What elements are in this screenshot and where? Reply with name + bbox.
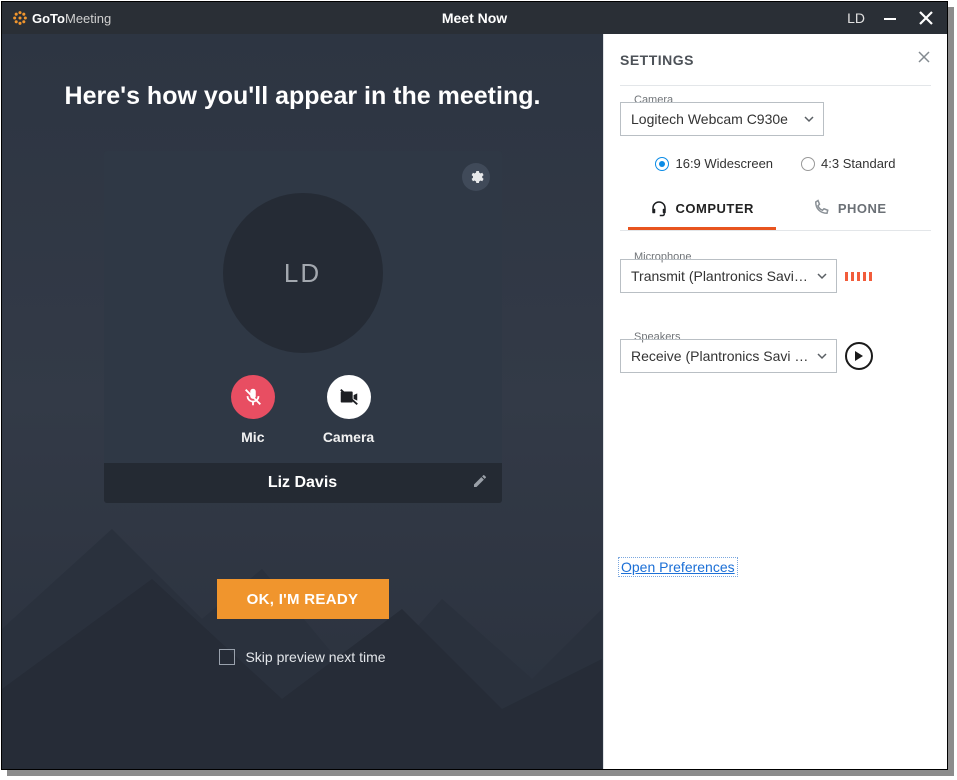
preview-heading: Here's how you'll appear in the meeting. xyxy=(65,82,541,111)
display-name: Liz Davis xyxy=(268,474,337,492)
gear-icon xyxy=(468,169,484,185)
settings-title: SETTINGS xyxy=(620,52,694,68)
chevron-down-icon xyxy=(816,350,828,362)
window-title: Meet Now xyxy=(442,10,507,26)
aspect-standard-label: 4:3 Standard xyxy=(821,156,895,171)
close-icon xyxy=(917,50,931,64)
skip-preview-checkbox[interactable] xyxy=(219,649,235,665)
open-preferences-link[interactable]: Open Preferences xyxy=(620,559,736,575)
speakers-select[interactable]: Receive (Plantronics Savi … xyxy=(620,339,837,373)
edit-name-button[interactable] xyxy=(472,473,488,494)
phone-icon xyxy=(812,199,830,217)
aspect-wide-radio[interactable]: 16:9 Widescreen xyxy=(655,156,773,171)
camera-label: Camera xyxy=(323,429,374,445)
chevron-down-icon xyxy=(816,270,828,282)
preview-panel: Here's how you'll appear in the meeting.… xyxy=(2,34,603,769)
play-icon xyxy=(854,350,864,362)
minimize-button[interactable] xyxy=(879,7,901,29)
brand-name: GoToMeeting xyxy=(32,11,111,26)
ok-ready-button[interactable]: OK, I'M READY xyxy=(217,579,389,619)
microphone-select-value: Transmit (Plantronics Savi… xyxy=(631,268,808,284)
mic-toggle-button[interactable] xyxy=(231,375,275,419)
mic-level-meter xyxy=(845,272,872,281)
display-name-bar: Liz Davis xyxy=(104,463,502,503)
background-art xyxy=(2,489,602,769)
close-icon xyxy=(918,10,934,26)
camera-off-icon xyxy=(338,386,360,408)
tab-phone-label: PHONE xyxy=(838,201,887,216)
camera-toggle-button[interactable] xyxy=(327,375,371,419)
test-speakers-button[interactable] xyxy=(845,342,873,370)
titlebar: GoToMeeting Meet Now LD xyxy=(2,2,947,34)
settings-panel: SETTINGS Camera Logitech Webcam C930e 16 xyxy=(603,34,947,769)
speakers-select-value: Receive (Plantronics Savi … xyxy=(631,348,808,364)
user-initials-badge: LD xyxy=(847,10,865,26)
app-window: GoToMeeting Meet Now LD Here's how you'l… xyxy=(1,1,948,770)
gotomeeting-logo-icon xyxy=(12,10,28,26)
tab-computer[interactable]: COMPUTER xyxy=(628,189,776,230)
mic-muted-icon xyxy=(242,386,264,408)
aspect-wide-label: 16:9 Widescreen xyxy=(675,156,773,171)
chevron-down-icon xyxy=(803,113,815,125)
pencil-icon xyxy=(472,473,488,489)
camera-select[interactable]: Logitech Webcam C930e xyxy=(620,102,824,136)
skip-preview-label: Skip preview next time xyxy=(245,649,385,665)
tab-computer-label: COMPUTER xyxy=(676,201,754,216)
camera-select-value: Logitech Webcam C930e xyxy=(631,111,788,127)
brand: GoToMeeting xyxy=(12,10,111,26)
tab-phone[interactable]: PHONE xyxy=(776,189,924,230)
close-window-button[interactable] xyxy=(915,7,937,29)
avatar: LD xyxy=(223,193,383,353)
mic-label: Mic xyxy=(241,429,264,445)
headset-icon xyxy=(650,199,668,217)
aspect-standard-radio[interactable]: 4:3 Standard xyxy=(801,156,895,171)
preview-settings-button[interactable] xyxy=(462,163,490,191)
minimize-icon xyxy=(883,11,897,25)
microphone-select[interactable]: Transmit (Plantronics Savi… xyxy=(620,259,837,293)
settings-close-button[interactable] xyxy=(917,50,931,69)
preview-card: LD Mic xyxy=(104,151,502,503)
